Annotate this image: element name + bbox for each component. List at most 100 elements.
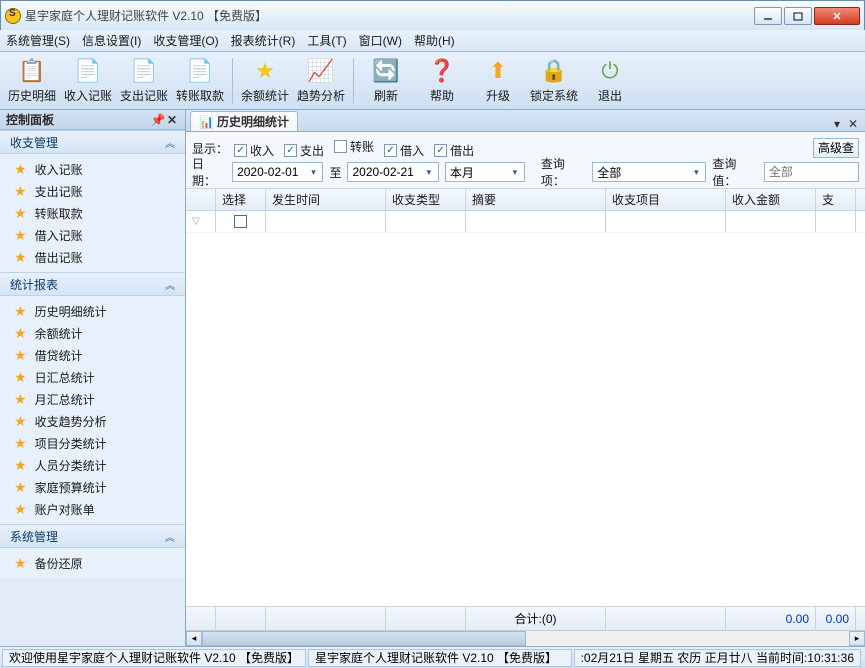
col-选择[interactable]: 选择 xyxy=(216,189,266,210)
query-col-combo[interactable]: ▾ xyxy=(592,162,706,182)
period-combo[interactable]: ▾ xyxy=(445,162,525,182)
余额统计-icon: ★ xyxy=(250,57,280,85)
query-val-combo[interactable] xyxy=(764,162,859,182)
sidebar-item-转账取款[interactable]: ★转账取款 xyxy=(0,202,185,224)
star-icon: ★ xyxy=(14,479,27,496)
toolbar-帮助[interactable]: ❓帮助 xyxy=(416,55,468,107)
advanced-search-button[interactable]: 高级查 xyxy=(813,138,859,158)
toolbar-刷新[interactable]: 🔄刷新 xyxy=(360,55,412,107)
sidebar-item-label: 余额统计 xyxy=(35,325,83,342)
sidebar-item-人员分类统计[interactable]: ★人员分类统计 xyxy=(0,454,185,476)
scroll-thumb[interactable] xyxy=(202,631,526,646)
dropdown-icon: ▾ xyxy=(508,165,522,179)
sidebar-item-备份还原[interactable]: ★备份还原 xyxy=(0,552,185,574)
toolbar-退出[interactable]: ⏻退出 xyxy=(584,55,636,107)
group-收支管理[interactable]: 收支管理︽ xyxy=(0,130,185,154)
sidebar-item-账户对账单[interactable]: ★账户对账单 xyxy=(0,498,185,520)
group-统计报表[interactable]: 统计报表︽ xyxy=(0,272,185,296)
menu-window[interactable]: 窗口(W) xyxy=(359,32,402,49)
sidebar-item-收入记账[interactable]: ★收入记账 xyxy=(0,158,185,180)
date-from-combo[interactable]: ▾ xyxy=(232,162,323,182)
checkbox-支出[interactable] xyxy=(284,144,297,157)
menu-system[interactable]: 系统管理(S) xyxy=(6,32,70,49)
sidebar-item-历史明细统计[interactable]: ★历史明细统计 xyxy=(0,300,185,322)
toolbar-label: 升级 xyxy=(486,87,510,104)
toolbar-label: 收入记账 xyxy=(64,87,112,104)
col-支[interactable]: 支 xyxy=(816,189,856,210)
col-发生时间[interactable]: 发生时间 xyxy=(266,189,386,210)
sidebar-item-支出记账[interactable]: ★支出记账 xyxy=(0,180,185,202)
tab-close-icon[interactable]: ✕ xyxy=(845,117,861,131)
group-系统管理[interactable]: 系统管理︽ xyxy=(0,524,185,548)
tab-dropdown-icon[interactable]: ▾ xyxy=(829,117,845,131)
star-icon: ★ xyxy=(14,413,27,430)
menu-report[interactable]: 报表统计(R) xyxy=(231,32,296,49)
sidebar-item-借出记账[interactable]: ★借出记账 xyxy=(0,246,185,268)
toolbar-label: 帮助 xyxy=(430,87,454,104)
sidebar-item-家庭预算统计[interactable]: ★家庭预算统计 xyxy=(0,476,185,498)
sidebar-item-label: 借入记账 xyxy=(35,227,83,244)
query-val-input[interactable] xyxy=(769,165,854,179)
sidebar-item-余额统计[interactable]: ★余额统计 xyxy=(0,322,185,344)
toolbar-余额统计[interactable]: ★ 余额统计 xyxy=(239,55,291,107)
checkbox-label: 转账 xyxy=(350,138,374,155)
col-收支项目[interactable]: 收支项目 xyxy=(606,189,726,210)
minimize-button[interactable] xyxy=(754,7,782,25)
col-收支类型[interactable]: 收支类型 xyxy=(386,189,466,210)
menu-tools[interactable]: 工具(T) xyxy=(307,32,346,49)
scroll-track[interactable] xyxy=(202,631,849,646)
grid-totals: 合计:(0)0.000.00 xyxy=(186,606,865,630)
toolbar-锁定系统[interactable]: 🔒锁定系统 xyxy=(528,55,580,107)
toolbar-转账取款[interactable]: 📄 转账取款 xyxy=(174,55,226,107)
filter-icon[interactable]: ▽ xyxy=(192,216,200,227)
grid-body[interactable]: ▽ xyxy=(186,211,865,606)
checkbox-借入[interactable] xyxy=(384,144,397,157)
toolbar-趋势分析[interactable]: 📈趋势分析 xyxy=(295,55,347,107)
sidebar-item-月汇总统计[interactable]: ★月汇总统计 xyxy=(0,388,185,410)
sidebar-item-借入记账[interactable]: ★借入记账 xyxy=(0,224,185,246)
sidebar-item-收支趋势分析[interactable]: ★收支趋势分析 xyxy=(0,410,185,432)
date-to-combo[interactable]: ▾ xyxy=(347,162,438,182)
app-icon xyxy=(5,8,21,24)
checkbox-收入[interactable] xyxy=(234,144,247,157)
query-col-input[interactable] xyxy=(597,165,701,179)
menu-income[interactable]: 收支管理(O) xyxy=(153,32,218,49)
scroll-right-button[interactable]: ▸ xyxy=(849,631,865,646)
toolbar-label: 余额统计 xyxy=(241,87,289,104)
sidebar-close-icon[interactable]: ✕ xyxy=(165,113,179,127)
col-blank[interactable] xyxy=(186,189,216,210)
tab-icon: 📊 xyxy=(199,115,213,129)
支出记账-icon: 📄 xyxy=(129,57,159,85)
select-all-checkbox[interactable] xyxy=(234,215,247,228)
tab-history-detail[interactable]: 📊 历史明细统计 xyxy=(190,111,298,131)
close-button[interactable] xyxy=(814,7,860,25)
toolbar-收入记账[interactable]: 📄收入记账 xyxy=(62,55,114,107)
grid-filter-row: ▽ xyxy=(186,211,865,233)
maximize-button[interactable] xyxy=(784,7,812,25)
horizontal-scrollbar[interactable]: ◂ ▸ xyxy=(186,630,865,646)
checkbox-转账[interactable] xyxy=(334,140,347,153)
pin-icon[interactable]: 📌 xyxy=(151,113,165,127)
toolbar-支出记账[interactable]: 📄支出记账 xyxy=(118,55,170,107)
趋势分析-icon: 📈 xyxy=(306,57,336,85)
toolbar-历史明细[interactable]: 📋历史明细 xyxy=(6,55,58,107)
window-controls xyxy=(754,7,860,25)
sidebar-title-label: 控制面板 xyxy=(6,111,54,128)
转账取款-icon: 📄 xyxy=(185,57,215,85)
menu-info[interactable]: 信息设置(I) xyxy=(82,32,141,49)
col-摘要[interactable]: 摘要 xyxy=(466,189,606,210)
grid-header: 选择发生时间收支类型摘要收支项目收入金额支 xyxy=(186,189,865,211)
scroll-left-button[interactable]: ◂ xyxy=(186,631,202,646)
checkbox-label: 支出 xyxy=(300,142,324,159)
menu-help[interactable]: 帮助(H) xyxy=(414,32,455,49)
sidebar-item-日汇总统计[interactable]: ★日汇总统计 xyxy=(0,366,185,388)
sidebar-item-项目分类统计[interactable]: ★项目分类统计 xyxy=(0,432,185,454)
checkbox-借出[interactable] xyxy=(434,144,447,157)
sidebar-item-借贷统计[interactable]: ★借贷统计 xyxy=(0,344,185,366)
sidebar: 控制面板 📌 ✕ 收支管理︽★收入记账★支出记账★转账取款★借入记账★借出记账统… xyxy=(0,110,186,646)
col-收入金额[interactable]: 收入金额 xyxy=(726,189,816,210)
sidebar-item-label: 支出记账 xyxy=(35,183,83,200)
sidebar-title: 控制面板 📌 ✕ xyxy=(0,110,185,130)
toolbar-label: 转账取款 xyxy=(176,87,224,104)
toolbar-升级[interactable]: ⬆升级 xyxy=(472,55,524,107)
